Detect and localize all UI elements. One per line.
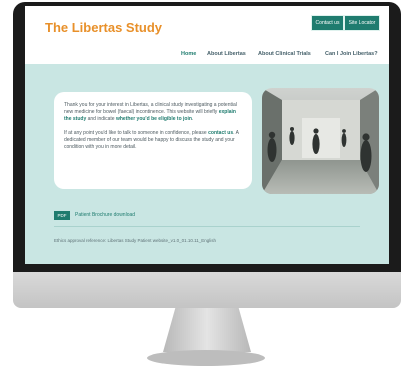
- monitor-stand: [163, 308, 251, 352]
- monitor-chin: [13, 272, 401, 308]
- hero-image: [262, 88, 379, 194]
- monitor-base: [147, 350, 265, 366]
- contact-text: If at any point you'd like to talk to so…: [64, 129, 209, 136]
- nav-can-i-join[interactable]: Can I Join Libertas?: [325, 51, 378, 57]
- site-locator-button[interactable]: Site Locator: [344, 15, 380, 31]
- intro-paragraph: Thank you for your interest in Libertas,…: [64, 102, 242, 124]
- ethics-approval-reference: Ethics approval reference: Libertas Stud…: [54, 238, 217, 243]
- site-title[interactable]: The Libertas Study: [45, 20, 162, 35]
- contact-us-button[interactable]: Contact us: [311, 15, 344, 31]
- eligibility-link[interactable]: whether you'd be eligible to join: [116, 116, 192, 122]
- nav-about-libertas[interactable]: About Libertas: [207, 51, 246, 57]
- contact-paragraph: If at any point you'd like to talk to so…: [64, 130, 242, 152]
- patient-brochure-download-link[interactable]: Patient Brochure download: [75, 212, 135, 218]
- contact-us-link[interactable]: contact us: [208, 130, 233, 136]
- intro-text: and indicate: [86, 116, 116, 123]
- nav-about-clinical-trials[interactable]: About Clinical Trials: [258, 51, 311, 57]
- intro-text: Thank you for your interest in Libertas,…: [64, 102, 237, 116]
- site-header: The Libertas Study Contact us Site Locat…: [25, 6, 389, 64]
- footer-divider: [54, 226, 360, 227]
- nav-home[interactable]: Home: [181, 51, 196, 57]
- intro-text: .: [191, 116, 194, 123]
- pdf-badge[interactable]: PDF: [54, 211, 70, 220]
- intro-card: Thank you for your interest in Libertas,…: [54, 92, 252, 189]
- website-screen: The Libertas Study Contact us Site Locat…: [25, 6, 389, 264]
